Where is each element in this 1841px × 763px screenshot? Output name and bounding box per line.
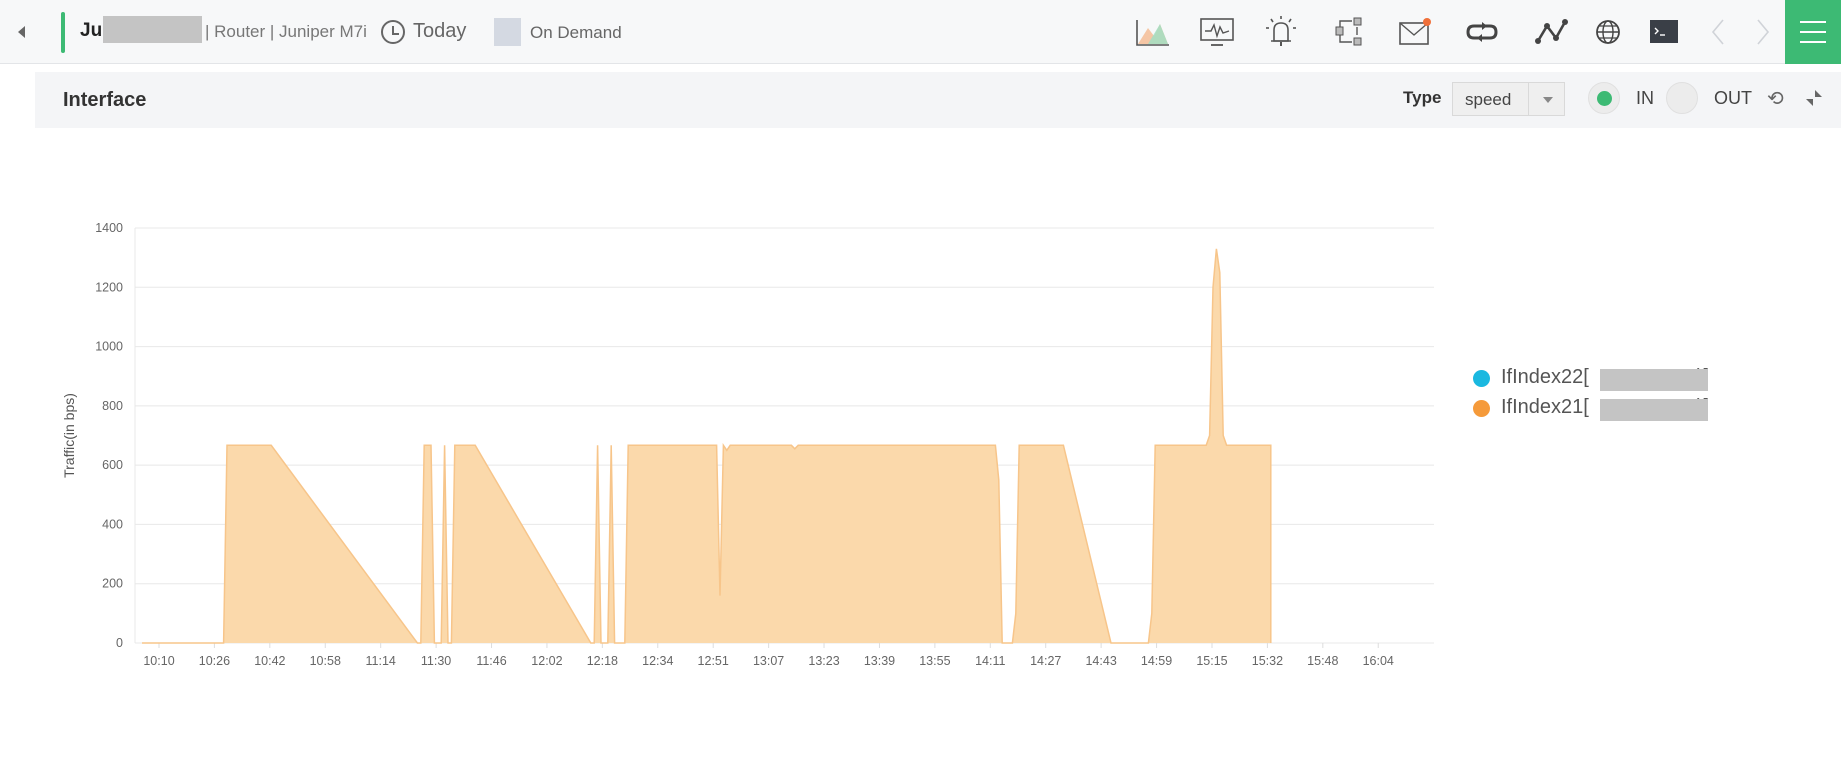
x-tick-label: 11:30 xyxy=(421,654,451,668)
y-tick-label: 800 xyxy=(102,399,123,413)
terminal-icon[interactable] xyxy=(1645,14,1683,50)
out-label: OUT xyxy=(1714,88,1752,108)
x-tick-label: 13:07 xyxy=(753,654,784,668)
x-tick-label: 13:55 xyxy=(919,654,950,668)
hamburger-menu-button[interactable] xyxy=(1785,0,1841,64)
x-tick-label: 13:39 xyxy=(864,654,895,668)
redacted-device-name xyxy=(103,16,202,43)
y-tick-label: 1200 xyxy=(95,280,123,294)
x-tick-label: 11:46 xyxy=(476,654,506,668)
minimize-icon[interactable] xyxy=(1803,88,1825,108)
redacted-interface-name xyxy=(1600,369,1708,391)
legend-dot-ifindex21 xyxy=(1473,400,1490,417)
x-tick-label: 14:11 xyxy=(975,654,1005,668)
monitor-icon[interactable] xyxy=(1198,14,1236,50)
workflow-icon[interactable] xyxy=(1330,14,1368,50)
device-meta: | Router | Juniper M7i xyxy=(205,22,367,41)
x-tick-label: 14:43 xyxy=(1085,654,1116,668)
type-select[interactable]: speed xyxy=(1452,82,1565,116)
chart-container: 0 200 400 600 800 1000 1200 1400 10:10 10:26 10:42… xyxy=(0,130,1841,730)
time-range-selector[interactable]: Today xyxy=(413,20,466,43)
legend-dot-ifindex22 xyxy=(1473,370,1490,387)
x-tick-label: 15:32 xyxy=(1252,654,1283,668)
x-tick-label: 15:15 xyxy=(1196,654,1227,668)
alarm-bell-icon[interactable] xyxy=(1262,14,1300,50)
on-demand-indicator[interactable] xyxy=(494,18,521,46)
x-tick-label: 14:59 xyxy=(1141,654,1172,668)
x-tick-label: 10:10 xyxy=(143,654,174,668)
mail-notification-icon[interactable] xyxy=(1396,14,1434,50)
x-tick-label: 15:48 xyxy=(1307,654,1338,668)
y-tick-label: 200 xyxy=(102,577,123,591)
x-tick-label: 13:23 xyxy=(808,654,839,668)
x-tick-label: 10:58 xyxy=(310,654,341,668)
x-tick-label: 11:14 xyxy=(366,654,396,668)
out-radio[interactable] xyxy=(1666,82,1698,114)
x-tick-label: 16:04 xyxy=(1363,654,1394,668)
x-tick-label: 10:42 xyxy=(254,654,285,668)
in-label: IN xyxy=(1636,88,1654,108)
panel-title: Interface xyxy=(63,89,147,111)
x-tick-label: 12:51 xyxy=(698,654,729,668)
y-tick-label: 0 xyxy=(116,636,123,650)
y-tick-label: 600 xyxy=(102,458,123,472)
x-tick-label: 12:18 xyxy=(587,654,618,668)
device-name-prefix: Ju xyxy=(80,20,103,41)
traffic-chart: 0 200 400 600 800 1000 1200 1400 10:10 10:26 10:42… xyxy=(61,221,1434,668)
poll-mode-label: On Demand xyxy=(530,23,622,42)
x-tick-label: 12:34 xyxy=(642,654,673,668)
redacted-interface-name xyxy=(1600,399,1708,421)
type-label: Type xyxy=(1403,88,1442,107)
path-topology-icon[interactable] xyxy=(1532,14,1570,50)
globe-icon[interactable] xyxy=(1589,14,1627,50)
collapse-sidebar-icon[interactable] xyxy=(18,26,25,38)
type-select-divider xyxy=(1528,83,1529,115)
traffic-graph-icon[interactable] xyxy=(1134,14,1172,50)
y-axis-label: Traffic(in bps) xyxy=(61,393,77,478)
y-tick-label: 400 xyxy=(102,517,123,531)
accent-bar xyxy=(61,12,65,53)
y-tick-label: 1000 xyxy=(95,340,123,354)
x-tick-label: 14:27 xyxy=(1030,654,1061,668)
prev-arrow-icon[interactable] xyxy=(1700,14,1738,50)
panel-header: Interface Type speed IN OUT ⟲ xyxy=(35,72,1841,128)
type-select-value: speed xyxy=(1465,90,1512,109)
x-tick-label: 12:02 xyxy=(531,654,562,668)
refresh-icon[interactable]: ⟲ xyxy=(1767,86,1784,111)
top-toolbar: Ju | Router | Juniper M7i Today On Deman… xyxy=(0,0,1841,64)
clock-icon xyxy=(381,20,405,44)
y-tick-label: 1400 xyxy=(95,221,123,235)
x-tick-label: 10:26 xyxy=(199,654,230,668)
chevron-down-icon xyxy=(1543,97,1553,103)
in-radio[interactable] xyxy=(1588,82,1620,114)
device-name: Ju xyxy=(80,20,102,42)
next-arrow-icon[interactable] xyxy=(1743,14,1781,50)
sync-loop-icon[interactable] xyxy=(1463,14,1501,50)
